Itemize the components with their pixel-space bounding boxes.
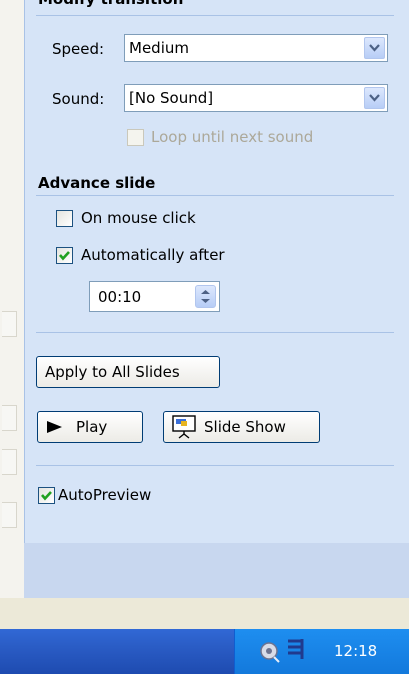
autopreview-label: AutoPreview xyxy=(58,486,152,504)
background-window-edge xyxy=(0,0,24,598)
speed-value: Medium xyxy=(129,39,189,57)
play-icon xyxy=(47,421,62,433)
section-divider xyxy=(36,465,394,466)
apply-to-all-slides-button[interactable]: Apply to All Slides xyxy=(36,356,220,388)
background-control xyxy=(2,449,17,475)
background-control xyxy=(2,311,17,337)
loop-label: Loop until next sound xyxy=(151,128,314,146)
slide-show-icon xyxy=(172,415,196,439)
system-tray: 12:18 xyxy=(234,629,409,674)
play-button[interactable]: Play xyxy=(37,411,143,443)
play-label: Play xyxy=(76,418,108,436)
spinner-icon[interactable] xyxy=(195,285,216,308)
chevron-down-icon[interactable] xyxy=(364,37,385,59)
network-icon[interactable] xyxy=(285,637,307,661)
background-control xyxy=(2,405,17,431)
autopreview-checkbox[interactable] xyxy=(38,487,55,504)
sound-dropdown[interactable]: [No Sound] xyxy=(124,84,388,112)
apply-to-all-slides-label: Apply to All Slides xyxy=(45,363,180,381)
speaker-icon[interactable] xyxy=(257,639,283,665)
advance-slide-title: Advance slide xyxy=(38,174,156,192)
on-mouse-click-checkbox[interactable] xyxy=(56,210,73,227)
checkmark-icon xyxy=(59,251,70,261)
clock[interactable]: 12:18 xyxy=(334,642,377,660)
advance-time-value: 00:10 xyxy=(98,288,142,306)
chevron-down-icon[interactable] xyxy=(364,87,385,109)
automatically-after-checkbox[interactable] xyxy=(56,247,73,264)
section-divider xyxy=(36,15,394,16)
sound-label: Sound: xyxy=(52,90,105,108)
loop-checkbox[interactable] xyxy=(127,129,144,146)
slide-show-label: Slide Show xyxy=(204,418,286,436)
advance-time-spinner[interactable]: 00:10 xyxy=(89,281,220,312)
sound-value: [No Sound] xyxy=(129,89,214,107)
section-divider xyxy=(36,195,394,196)
speed-label: Speed: xyxy=(52,40,105,58)
pane-footer xyxy=(24,543,409,598)
speed-dropdown[interactable]: Medium xyxy=(124,34,388,62)
automatically-after-label: Automatically after xyxy=(81,246,225,264)
modify-transition-title: Modify transition xyxy=(38,0,183,8)
checkmark-icon xyxy=(41,491,52,501)
slide-show-button[interactable]: Slide Show xyxy=(163,411,320,443)
background-control xyxy=(2,502,17,528)
section-divider xyxy=(36,332,394,333)
slide-transition-pane xyxy=(24,0,409,543)
on-mouse-click-label: On mouse click xyxy=(81,209,196,227)
